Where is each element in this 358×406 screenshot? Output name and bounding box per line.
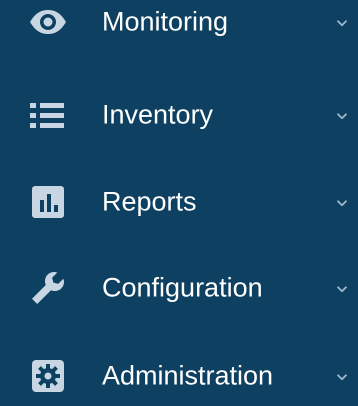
sidebar-item-label: Administration bbox=[102, 360, 274, 391]
sidebar-item-monitoring[interactable]: Monitoring bbox=[0, 0, 358, 52]
bar-chart-icon bbox=[26, 182, 70, 222]
sidebar-item-reports[interactable]: Reports bbox=[0, 172, 358, 232]
sidebar-item-configuration[interactable]: Configuration bbox=[0, 258, 358, 318]
list-icon bbox=[26, 95, 70, 135]
sidebar-item-label: Inventory bbox=[102, 99, 214, 130]
sidebar-item-inventory[interactable]: Inventory bbox=[0, 85, 358, 145]
sidebar-item-label: Monitoring bbox=[102, 6, 229, 37]
sidebar-item-administration[interactable]: Administration bbox=[0, 346, 358, 406]
eye-icon bbox=[26, 2, 70, 42]
sidebar-item-label: Configuration bbox=[102, 272, 263, 303]
sidebar-menu: Monitoring Inventory Reports Configurati… bbox=[0, 0, 358, 398]
chevron-down-icon[interactable] bbox=[336, 371, 348, 383]
chevron-down-icon[interactable] bbox=[336, 110, 348, 122]
chevron-down-icon[interactable] bbox=[336, 17, 348, 29]
gear-icon bbox=[26, 356, 70, 396]
wrench-icon bbox=[26, 268, 70, 308]
chevron-down-icon[interactable] bbox=[336, 283, 348, 295]
sidebar-item-label: Reports bbox=[102, 186, 197, 217]
chevron-down-icon[interactable] bbox=[336, 197, 348, 209]
